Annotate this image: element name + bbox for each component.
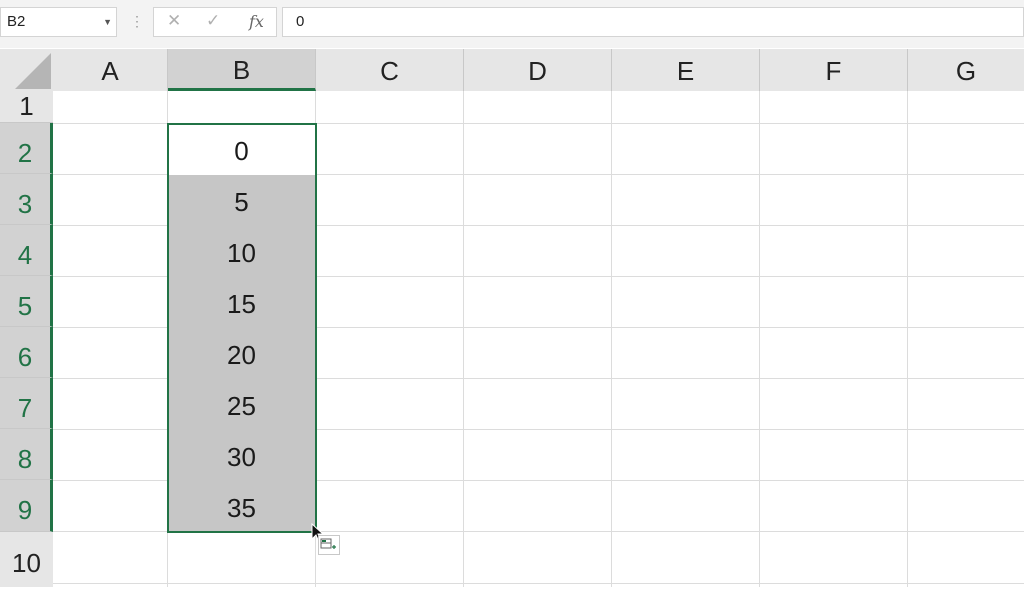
row-header-6[interactable]: 6 <box>0 327 53 378</box>
selection-range <box>167 123 317 533</box>
row-header-1[interactable]: 1 <box>0 91 53 123</box>
column-header-d[interactable]: D <box>464 49 612 91</box>
name-box[interactable]: B2 ▼ <box>0 7 117 37</box>
row-header-3[interactable]: 3 <box>0 174 53 225</box>
fx-icon[interactable]: fx <box>249 12 264 31</box>
gridline <box>463 91 464 587</box>
enter-icon[interactable]: ✓ <box>206 11 220 31</box>
column-header-g[interactable]: G <box>908 49 1024 91</box>
formula-buttons: ✕ ✓ fx <box>153 7 277 37</box>
select-all-triangle-icon <box>15 53 51 89</box>
gridline <box>611 91 612 587</box>
row-header-7[interactable]: 7 <box>0 378 53 429</box>
formula-bar: B2 ▼ ⋮ ✕ ✓ fx 0 <box>0 0 1024 48</box>
row-header-4[interactable]: 4 <box>0 225 53 276</box>
name-box-value: B2 <box>7 13 26 30</box>
gridline <box>759 91 760 587</box>
column-header-f[interactable]: F <box>760 49 908 91</box>
select-all-button[interactable] <box>0 49 53 91</box>
quick-analysis-icon <box>320 538 336 549</box>
gridline <box>907 91 908 587</box>
gridline <box>53 583 1024 584</box>
row-header-2[interactable]: 2 <box>0 123 53 174</box>
column-header-b[interactable]: B <box>168 49 316 91</box>
chevron-down-icon[interactable]: ▼ <box>103 8 112 36</box>
column-header-c[interactable]: C <box>316 49 464 91</box>
column-header-a[interactable]: A <box>53 49 168 91</box>
formula-input[interactable]: 0 <box>282 7 1024 37</box>
column-header-e[interactable]: E <box>612 49 760 91</box>
row-header-5[interactable]: 5 <box>0 276 53 327</box>
row-header-8[interactable]: 8 <box>0 429 53 480</box>
quick-analysis-button[interactable] <box>318 535 340 555</box>
cancel-icon[interactable]: ✕ <box>167 11 181 31</box>
drag-handle-icon[interactable]: ⋮ <box>130 13 144 30</box>
row-header-9[interactable]: 9 <box>0 480 53 532</box>
row-header-10[interactable]: 10 <box>0 532 53 587</box>
